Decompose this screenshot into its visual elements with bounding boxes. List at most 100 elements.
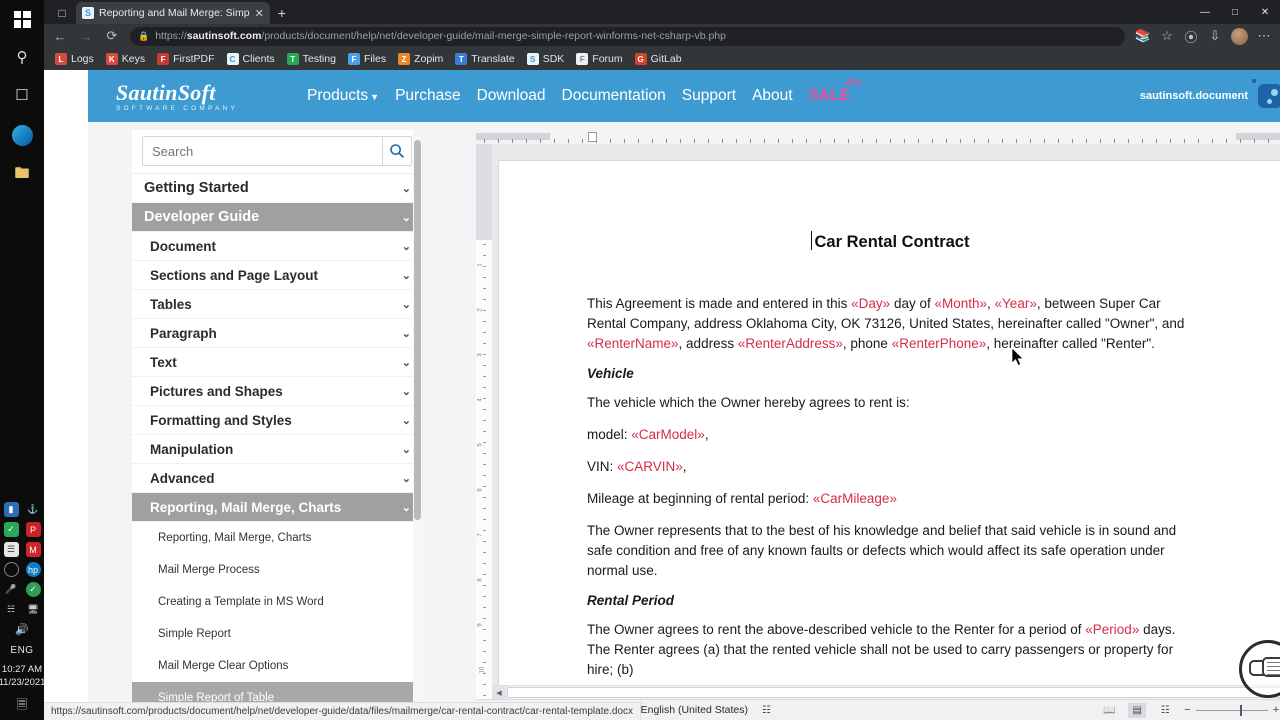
indent-marker[interactable] xyxy=(588,132,597,142)
new-tab-button[interactable]: + xyxy=(270,2,294,24)
zoom-slider[interactable]: − + xyxy=(1184,704,1279,716)
remote-desktop-icon[interactable]: 🖥 xyxy=(25,602,41,618)
nav-link-purchase[interactable]: Purchase xyxy=(395,87,460,105)
zoom-knob[interactable] xyxy=(1239,704,1242,716)
address-bar[interactable]: 🔒 https://sautinsoft.com/products/docume… xyxy=(130,26,1125,46)
chevron-down-icon[interactable]: ⌄ xyxy=(402,356,411,369)
minimize-button[interactable]: — xyxy=(1190,0,1220,24)
nav-link-sale[interactable]: SALE -25% xyxy=(809,78,862,105)
speech-icon[interactable] xyxy=(3,562,19,578)
bookmark-keys[interactable]: K Keys xyxy=(101,52,150,66)
hp-icon[interactable]: hp xyxy=(25,562,41,578)
bookmark-zopim[interactable]: Z Zopim xyxy=(393,52,448,66)
bookmark-files[interactable]: F Files xyxy=(343,52,391,66)
document-text[interactable]: Car Rental Contract This Agreement is ma… xyxy=(499,161,1280,680)
browser-tab[interactable]: S Reporting and Mail Merge: Simp ✕ xyxy=(76,2,270,24)
scroll-left-icon[interactable]: ◀ xyxy=(492,685,506,700)
chevron-down-icon[interactable]: ⌄ xyxy=(402,240,411,253)
print-layout-icon[interactable]: ▤ xyxy=(1128,702,1147,718)
chevron-down-icon[interactable]: ⌄ xyxy=(402,501,411,514)
profile-avatar[interactable] xyxy=(1231,27,1248,45)
document-canvas[interactable]: Car Rental Contract This Agreement is ma… xyxy=(492,144,1280,699)
sidebar-item-advanced[interactable]: Advanced ⌄ xyxy=(132,464,422,493)
search-button[interactable] xyxy=(382,136,412,166)
bookmark-translate[interactable]: T Translate xyxy=(450,52,519,66)
chevron-down-icon[interactable]: ⌄ xyxy=(402,327,411,340)
edge-icon[interactable] xyxy=(7,120,37,150)
language-indicator[interactable]: English (United States) xyxy=(641,704,748,716)
sidebar-item-reporting-mail-merge-charts[interactable]: Reporting, Mail Merge, Charts xyxy=(132,522,422,554)
sidebar-item-formatting-and-styles[interactable]: Formatting and Styles ⌄ xyxy=(132,406,422,435)
sidebar-scroll-thumb[interactable] xyxy=(414,140,421,520)
back-icon[interactable]: ← xyxy=(48,26,72,46)
task-view-icon[interactable]: ☐ xyxy=(9,82,35,108)
chevron-down-icon[interactable]: ⌄ xyxy=(402,414,411,427)
chevron-down-icon[interactable]: ⌄ xyxy=(402,182,411,195)
nav-link-download[interactable]: Download xyxy=(477,87,546,105)
sidebar-item-creating-a-template-in-ms-word[interactable]: Creating a Template in MS Word xyxy=(132,586,422,618)
nav-link-about[interactable]: About xyxy=(752,87,793,105)
more-menu-icon[interactable]: ⋯ xyxy=(1252,26,1276,46)
bookmark-testing[interactable]: T Testing xyxy=(282,52,341,66)
notes-icon[interactable]: ☰ xyxy=(3,542,19,558)
windows-logo-icon[interactable] xyxy=(9,6,35,32)
windows-taskbar[interactable]: ⚲ ☐ 🖿 ▮ ⚓ ✓ P ☰ M hp 🎤 ✓ ☵ 🖥 🔊 ENG 10:27… xyxy=(0,0,45,720)
bookmark-firstpdf[interactable]: F FirstPDF xyxy=(152,52,219,66)
tab-search-icon[interactable]: □ xyxy=(48,2,76,24)
sidebar-item-mail-merge-clear-options[interactable]: Mail Merge Clear Options xyxy=(132,650,422,682)
bookmark-sdk[interactable]: S SDK xyxy=(522,52,570,66)
sidebar-item-paragraph[interactable]: Paragraph ⌄ xyxy=(132,319,422,348)
extensions-icon[interactable]: ⦿ xyxy=(1179,26,1203,46)
zoom-out-button[interactable]: − xyxy=(1184,704,1190,716)
accessibility-icon[interactable]: ☷ xyxy=(762,705,771,716)
chevron-down-icon[interactable]: ⌄ xyxy=(402,443,411,456)
sidebar-item-document[interactable]: Document ⌄ xyxy=(132,232,422,261)
reload-icon[interactable]: ⟳ xyxy=(100,26,124,46)
search-input[interactable] xyxy=(142,136,382,166)
search-icon[interactable]: ⚲ xyxy=(9,44,35,70)
pinterest-icon[interactable]: P xyxy=(25,522,41,538)
explorer-icon[interactable]: 🖿 xyxy=(9,162,35,188)
clock[interactable]: 10:27 AM 11/23/2021 xyxy=(0,664,45,690)
checkmark-green-icon[interactable]: ✓ xyxy=(3,522,19,538)
close-window-button[interactable]: ✕ xyxy=(1250,0,1280,24)
sidebar-item-reporting-mail-merge-charts[interactable]: Reporting, Mail Merge, Charts ⌄ xyxy=(132,493,422,522)
language-indicator[interactable]: ENG xyxy=(10,645,33,656)
sidebar-item-developer-guide[interactable]: Developer Guide ⌄ xyxy=(132,203,422,232)
document-hscroll-thumb[interactable] xyxy=(507,687,1280,698)
chevron-down-icon[interactable]: ⌄ xyxy=(402,385,411,398)
forward-icon[interactable]: → xyxy=(74,26,98,46)
sidebar-item-text[interactable]: Text ⌄ xyxy=(132,348,422,377)
shield-icon[interactable]: ✓ xyxy=(25,582,41,598)
volume-icon[interactable]: 🔊 xyxy=(14,622,30,638)
web-layout-icon[interactable]: ☷ xyxy=(1156,703,1174,718)
sidebar-item-sections-and-page-layout[interactable]: Sections and Page Layout ⌄ xyxy=(132,261,422,290)
bookmark-clients[interactable]: C Clients xyxy=(222,52,280,66)
downloads-icon[interactable]: ⇩ xyxy=(1203,26,1227,46)
chevron-down-icon[interactable]: ⌄ xyxy=(402,298,411,311)
monitor-icon[interactable]: ▮ xyxy=(3,502,19,518)
docker-icon[interactable]: ⚓ xyxy=(25,502,41,518)
system-tray[interactable]: ▮ ⚓ ✓ P ☰ M hp 🎤 ✓ ☵ 🖥 🔊 ENG 10:27 AM 11… xyxy=(0,502,45,720)
chevron-down-icon[interactable]: ⌄ xyxy=(402,211,411,224)
sidebar-item-tables[interactable]: Tables ⌄ xyxy=(132,290,422,319)
nav-link-support[interactable]: Support xyxy=(682,87,736,105)
sidebar-item-pictures-and-shapes[interactable]: Pictures and Shapes ⌄ xyxy=(132,377,422,406)
sidebar-item-simple-report[interactable]: Simple Report xyxy=(132,618,422,650)
sidebar-item-manipulation[interactable]: Manipulation ⌄ xyxy=(132,435,422,464)
vpn-icon[interactable]: ☵ xyxy=(3,602,19,618)
bookmark-logs[interactable]: L Logs xyxy=(50,52,99,66)
bookmark-forum[interactable]: F Forum xyxy=(571,52,627,66)
mic-icon[interactable]: 🎤 xyxy=(3,582,19,598)
close-icon[interactable]: ✕ xyxy=(255,7,264,20)
favorites-icon[interactable]: ☆ xyxy=(1155,26,1179,46)
read-mode-icon[interactable]: 📖 xyxy=(1100,703,1118,718)
sidebar-scrollbar[interactable] xyxy=(413,130,422,720)
nav-link-documentation[interactable]: Documentation xyxy=(562,87,666,105)
collections-icon[interactable]: 📚 xyxy=(1131,26,1155,46)
mail-icon[interactable]: M xyxy=(25,542,41,558)
site-logo[interactable]: SautinSoft SOFTWARE COMPANY xyxy=(102,80,307,112)
zoom-in-button[interactable]: + xyxy=(1273,704,1279,716)
chevron-down-icon[interactable]: ⌄ xyxy=(402,472,411,485)
maximize-button[interactable]: □ xyxy=(1220,0,1250,24)
